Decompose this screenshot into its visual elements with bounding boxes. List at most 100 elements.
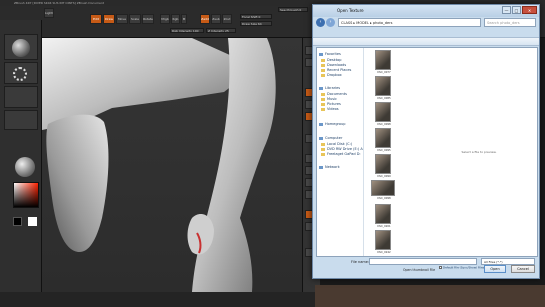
cancel-button[interactable]: Cancel xyxy=(511,265,535,273)
open-thumbnail-label: Open thumbnail File xyxy=(403,268,436,272)
address-row: ‹ › CLASS ▸ MODEL ▸ photo_ders Search ph… xyxy=(316,18,538,28)
maximize-button[interactable]: □ xyxy=(512,6,521,14)
preview-pane: Select a file to preview. xyxy=(421,48,537,256)
dvd-icon xyxy=(321,147,325,151)
color-picker[interactable] xyxy=(13,182,39,208)
forward-arrow-icon[interactable]: › xyxy=(326,18,335,27)
drive-icon xyxy=(321,152,325,156)
dots-stroke-icon xyxy=(13,67,27,81)
file-thumbnail[interactable] xyxy=(375,102,391,122)
nav-libraries-label: Libraries xyxy=(325,86,341,90)
nav-computer[interactable]: Computer xyxy=(319,136,342,141)
checkbox-icon xyxy=(439,266,442,269)
texture-slot[interactable] xyxy=(4,110,38,130)
file-name-input[interactable] xyxy=(369,258,477,265)
nav-favorites[interactable]: Favorites xyxy=(319,52,341,57)
zsub-button[interactable]: Zsub xyxy=(211,14,221,24)
preview-message: Select a file to preview. xyxy=(461,150,497,154)
file-name: DSC_0242 xyxy=(377,251,391,254)
file-type-select[interactable]: All Files (*.*) xyxy=(481,258,535,265)
nav-documents-label: Documents xyxy=(327,92,347,96)
dialog-menubar: File Edit View Tools Favorites Help Tool… xyxy=(313,29,539,45)
rotate-button[interactable]: Rotate xyxy=(142,14,154,24)
zcut-button[interactable]: Zcut xyxy=(222,14,232,24)
nav-favorites-label: Favorites xyxy=(325,52,341,56)
libraries-icon xyxy=(319,86,323,90)
alpha-slot[interactable] xyxy=(4,86,38,108)
pictures-icon xyxy=(321,102,325,106)
file-thumbnail[interactable] xyxy=(375,128,391,148)
secondary-color-swatch[interactable] xyxy=(13,217,22,226)
nav-homegroup-label: Homegroup xyxy=(325,122,346,126)
star-icon xyxy=(319,52,323,56)
file-name: DSC_0077 xyxy=(377,71,391,74)
z-intensity-slider[interactable]: Z Intensity 25 xyxy=(206,28,236,33)
main-color-swatch[interactable] xyxy=(28,217,37,226)
nav-videos-label: Videos xyxy=(327,107,339,111)
disk-icon xyxy=(321,142,325,146)
mrgb-button[interactable]: Mrgb xyxy=(160,14,170,24)
rgb-intensity-slider[interactable]: Rgb Intensity 100 xyxy=(170,28,204,33)
nav-freeagent-drive[interactable]: Freelaget GaPad D: xyxy=(321,152,361,157)
left-tray xyxy=(0,20,42,307)
standard-brush-icon xyxy=(12,39,30,57)
nav-homegroup[interactable]: Homegroup xyxy=(319,122,346,127)
nav-desktop-label: Desktop xyxy=(327,58,342,62)
brush-slot[interactable] xyxy=(4,34,38,60)
thumbnail-checkbox[interactable]: Default File (Sync/Show) Files xyxy=(439,266,485,270)
nav-libraries[interactable]: Libraries xyxy=(319,86,340,91)
downloads-icon xyxy=(321,63,325,67)
nav-videos[interactable]: Videos xyxy=(321,107,339,112)
documents-icon xyxy=(321,92,325,96)
file-name: DSC_0098 xyxy=(377,123,391,126)
file-thumbnail[interactable] xyxy=(375,204,391,224)
file-thumbnail[interactable] xyxy=(375,76,391,96)
search-input[interactable]: Search photo_ders xyxy=(484,18,536,27)
file-thumbnail[interactable] xyxy=(375,154,391,174)
computer-icon xyxy=(319,136,323,140)
nav-recent-label: Recent Places xyxy=(327,68,352,72)
draw-size-slider[interactable]: Draw Size 64 xyxy=(240,21,272,26)
leg-sculpt-model xyxy=(42,38,276,292)
homegroup-icon xyxy=(319,122,323,126)
see-through-slider[interactable]: See-through 0 xyxy=(278,7,308,12)
path-breadcrumb[interactable]: CLASS ▸ MODEL ▸ photo_ders xyxy=(338,18,481,27)
back-arrow-icon[interactable]: ‹ xyxy=(316,18,325,27)
zadd-button[interactable]: Zadd xyxy=(200,14,210,24)
window-controls: — □ ✕ xyxy=(501,6,537,15)
edit-button[interactable]: Edit xyxy=(90,14,102,24)
file-thumbnail[interactable] xyxy=(371,180,395,196)
nav-dropbox[interactable]: Dropbox xyxy=(321,73,342,78)
open-file-dialog: Open Texture — □ ✕ ‹ › CLASS ▸ MODEL ▸ p… xyxy=(312,4,540,279)
command-bar: Organize ▾ New folder xyxy=(313,37,539,54)
stroke-slot[interactable] xyxy=(4,62,38,84)
nav-downloads-label: Downloads xyxy=(327,63,347,67)
material-sphere-icon[interactable] xyxy=(15,157,35,177)
nav-music-label: Music xyxy=(327,97,337,101)
nav-local-disk-label: Local Disk (C:) xyxy=(327,142,353,146)
nav-network[interactable]: Network xyxy=(319,165,340,170)
nav-computer-label: Computer xyxy=(325,136,343,140)
close-button[interactable]: ✕ xyxy=(522,6,537,14)
thumbnail-checkbox-label: Default File (Sync/Show) Files xyxy=(443,265,485,270)
open-button[interactable]: Open xyxy=(484,265,506,273)
draw-button[interactable]: Draw xyxy=(103,14,115,24)
m-button[interactable]: M xyxy=(181,14,187,24)
file-name: DSC_0095 xyxy=(377,149,391,152)
file-list: DSC_0077 DSC_0085 DSC_0098 DSC_0095 DSC_… xyxy=(365,48,420,256)
move-button[interactable]: Move xyxy=(116,14,128,24)
nav-network-label: Network xyxy=(325,165,340,169)
nav-dvd-label: DVD RW Drive (E:) A xyxy=(327,147,363,151)
document-canvas[interactable] xyxy=(42,38,302,292)
scale-button[interactable]: Scale xyxy=(129,14,141,24)
file-thumbnail[interactable] xyxy=(375,50,391,70)
file-thumbnail[interactable] xyxy=(375,230,391,250)
file-name: DSC_0201 xyxy=(377,225,391,228)
lightbox-button[interactable]: LightBox xyxy=(44,8,54,18)
dialog-content: Favorites Desktop Downloads Recent Place… xyxy=(316,47,538,257)
rgb-button[interactable]: Rgb xyxy=(171,14,180,24)
focal-shift-slider[interactable]: Focal Shift 0 xyxy=(240,14,272,19)
minimize-button[interactable]: — xyxy=(502,6,511,14)
file-name-label: File name: xyxy=(351,260,370,264)
music-icon xyxy=(321,97,325,101)
